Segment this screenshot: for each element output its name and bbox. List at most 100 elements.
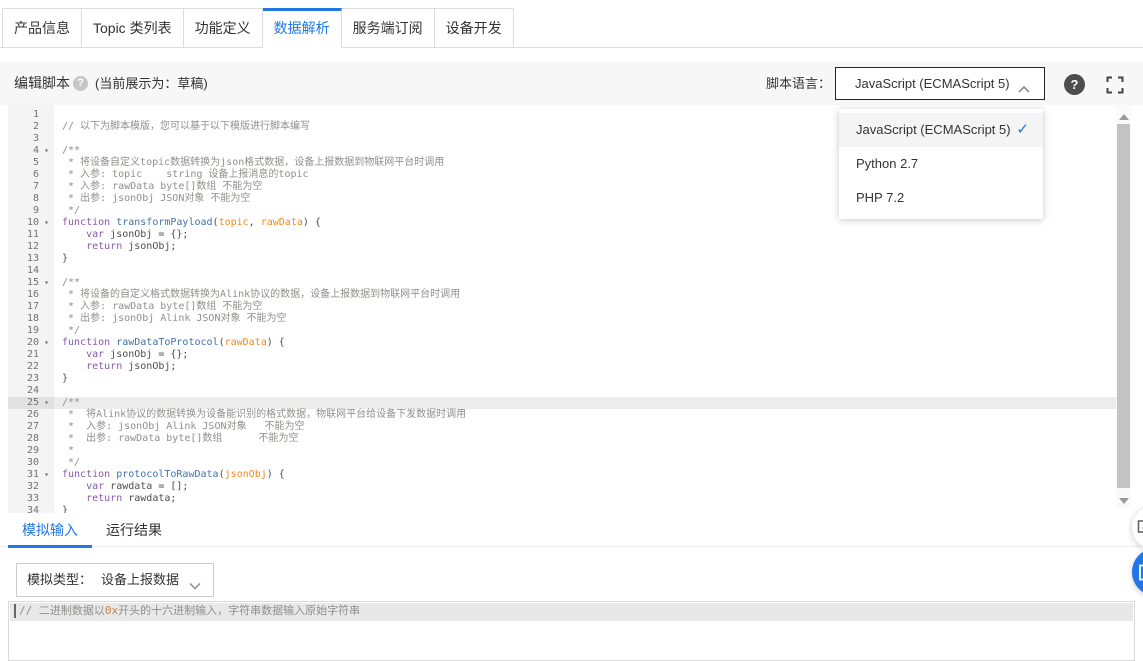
code-text: function transformPayload(topic, rawData… <box>54 217 321 229</box>
editor-line-33[interactable]: 33 return rawdata; <box>8 493 1131 505</box>
code-text: function rawDataToProtocol(rawData) { <box>54 337 285 349</box>
code-text: function protocolToRawData(jsonObj) { <box>54 469 285 481</box>
editor-line-21[interactable]: 21 var jsonObj = {}; <box>8 349 1131 361</box>
code-text: * 将设备自定义topic数据转换为json格式数据，设备上报数据到物联网平台时… <box>54 157 444 169</box>
editor-line-15[interactable]: 15▾/** <box>8 277 1131 289</box>
fold-arrow-icon[interactable]: ▾ <box>39 277 54 289</box>
help-icon-small[interactable]: ? <box>73 76 88 91</box>
editor-line-31[interactable]: 31▾function protocolToRawData(jsonObj) { <box>8 469 1131 481</box>
editor-line-29[interactable]: 29 * <box>8 445 1131 457</box>
scroll-down-arrow-icon[interactable] <box>1119 498 1129 504</box>
editor-line-16[interactable]: 16 * 将设备的自定义格式数据转换为Alink协议的数据，设备上报数据到物联网… <box>8 289 1131 301</box>
editor-line-12[interactable]: 12 return jsonObj; <box>8 241 1131 253</box>
script-language-value: JavaScript (ECMAScript 5) <box>855 68 1010 99</box>
tab-功能定义[interactable]: 功能定义 <box>184 8 263 48</box>
fold-arrow-icon[interactable]: ▾ <box>39 397 54 409</box>
gutter-cell: 15▾ <box>8 277 54 289</box>
fold-arrow-icon[interactable]: ▾ <box>39 217 54 229</box>
editor-line-28[interactable]: 28 * 出参: rawData byte[]数组 不能为空 <box>8 433 1131 445</box>
language-option-label: PHP 7.2 <box>856 190 904 205</box>
gutter-cell: 20▾ <box>8 337 54 349</box>
line-number: 30 <box>8 457 39 469</box>
gutter-cell: 14 <box>8 265 54 277</box>
code-text <box>54 385 62 397</box>
simulation-type-value: 设备上报数据 <box>101 564 179 596</box>
editor-line-14[interactable]: 14 <box>8 265 1131 277</box>
language-option-label: Python 2.7 <box>856 156 918 171</box>
code-text: * 入参: topic string 设备上报消息的topic <box>54 169 309 181</box>
line-number: 1 <box>8 109 39 121</box>
editor-line-19[interactable]: 19 */ <box>8 325 1131 337</box>
scroll-up-arrow-icon[interactable] <box>1119 114 1129 120</box>
tab-Topic 类列表[interactable]: Topic 类列表 <box>82 8 184 48</box>
fold-arrow-icon <box>39 385 54 397</box>
gutter-cell: 1 <box>8 109 54 121</box>
tab-产品信息[interactable]: 产品信息 <box>2 8 82 48</box>
language-option[interactable]: JavaScript (ECMAScript 5)✓ <box>839 113 1043 147</box>
fold-arrow-icon <box>39 169 54 181</box>
draft-status-text: (当前展示为：草稿) <box>95 62 208 105</box>
editor-line-18[interactable]: 18 * 出参: jsonObj Alink JSON对象 不能为空 <box>8 313 1131 325</box>
code-text: * <box>54 445 74 457</box>
fold-arrow-icon[interactable]: ▾ <box>39 337 54 349</box>
work-order-button[interactable] <box>1132 548 1143 596</box>
code-text: } <box>54 505 68 513</box>
code-text: * 入参: rawData byte[]数组 不能为空 <box>54 301 262 313</box>
editor-line-11[interactable]: 11 var jsonObj = {}; <box>8 229 1131 241</box>
fold-arrow-icon <box>39 193 54 205</box>
page-title: 编辑脚本 <box>14 62 70 105</box>
simulation-type-select[interactable]: 模拟类型： 设备上报数据 <box>16 563 214 597</box>
gutter-cell: 22 <box>8 361 54 373</box>
line-number: 26 <box>8 409 39 421</box>
tab-服务端订阅[interactable]: 服务端订阅 <box>342 8 435 48</box>
code-text: var jsonObj = {}; <box>54 229 188 241</box>
gutter-cell: 13 <box>8 253 54 265</box>
line-number: 31 <box>8 469 39 481</box>
editor-line-30[interactable]: 30 */ <box>8 457 1131 469</box>
editor-line-27[interactable]: 27 * 入参: jsonObj Alink JSON对象 不能为空 <box>8 421 1131 433</box>
language-option[interactable]: Python 2.7 <box>839 147 1043 181</box>
code-text: // 以下为脚本模版，您可以基于以下模版进行脚本编写 <box>54 121 310 133</box>
fold-arrow-icon[interactable]: ▾ <box>39 145 54 157</box>
editor-line-25[interactable]: 25▾/** <box>8 397 1131 409</box>
code-text: */ <box>54 205 80 217</box>
gutter-cell: 21 <box>8 349 54 361</box>
fold-arrow-icon <box>39 445 54 457</box>
gutter-cell: 24 <box>8 385 54 397</box>
bottom-tab-模拟输入[interactable]: 模拟输入 <box>8 515 92 548</box>
fold-arrow-icon <box>39 157 54 169</box>
script-language-label: 脚本语言： <box>766 62 831 105</box>
line-number: 28 <box>8 433 39 445</box>
editor-line-17[interactable]: 17 * 入参: rawData byte[]数组 不能为空 <box>8 301 1131 313</box>
gutter-cell: 23 <box>8 373 54 385</box>
editor-line-34[interactable]: 34} <box>8 505 1131 513</box>
line-number: 10 <box>8 217 39 229</box>
editor-line-23[interactable]: 23} <box>8 373 1131 385</box>
editor-line-13[interactable]: 13} <box>8 253 1131 265</box>
gutter-cell: 31▾ <box>8 469 54 481</box>
simulation-input-area[interactable]: // 二进制数据以0x开头的十六进制输入，字符串数据输入原始字符串 <box>8 601 1135 661</box>
survey-feedback-button[interactable] <box>1131 504 1143 550</box>
editor-line-32[interactable]: 32 var rawdata = []; <box>8 481 1131 493</box>
tab-设备开发[interactable]: 设备开发 <box>435 8 514 48</box>
fullscreen-icon[interactable] <box>1106 76 1124 94</box>
gutter-cell: 16 <box>8 289 54 301</box>
editor-line-20[interactable]: 20▾function rawDataToProtocol(rawData) { <box>8 337 1131 349</box>
script-language-select[interactable]: JavaScript (ECMAScript 5) <box>835 67 1045 100</box>
fold-arrow-icon[interactable]: ▾ <box>39 469 54 481</box>
code-text: * 出参: rawData byte[]数组 不能为空 <box>54 433 299 445</box>
editor-line-24[interactable]: 24 <box>8 385 1131 397</box>
tab-数据解析[interactable]: 数据解析 <box>263 8 342 48</box>
fold-arrow-icon <box>39 253 54 265</box>
editor-line-22[interactable]: 22 return jsonObj; <box>8 361 1131 373</box>
language-option[interactable]: PHP 7.2 <box>839 181 1043 215</box>
work-order-icon <box>1138 564 1143 581</box>
help-icon[interactable]: ? <box>1064 74 1085 95</box>
simulation-tabs: 模拟输入运行结果 <box>8 515 176 548</box>
gutter-cell: 11 <box>8 229 54 241</box>
fold-arrow-icon <box>39 133 54 145</box>
editor-scrollbar-thumb[interactable] <box>1117 124 1130 488</box>
bottom-tab-运行结果[interactable]: 运行结果 <box>92 515 176 545</box>
fold-arrow-icon <box>39 121 54 133</box>
editor-line-26[interactable]: 26 * 将Alink协议的数据转换为设备能识别的格式数据，物联网平台给设备下发… <box>8 409 1131 421</box>
